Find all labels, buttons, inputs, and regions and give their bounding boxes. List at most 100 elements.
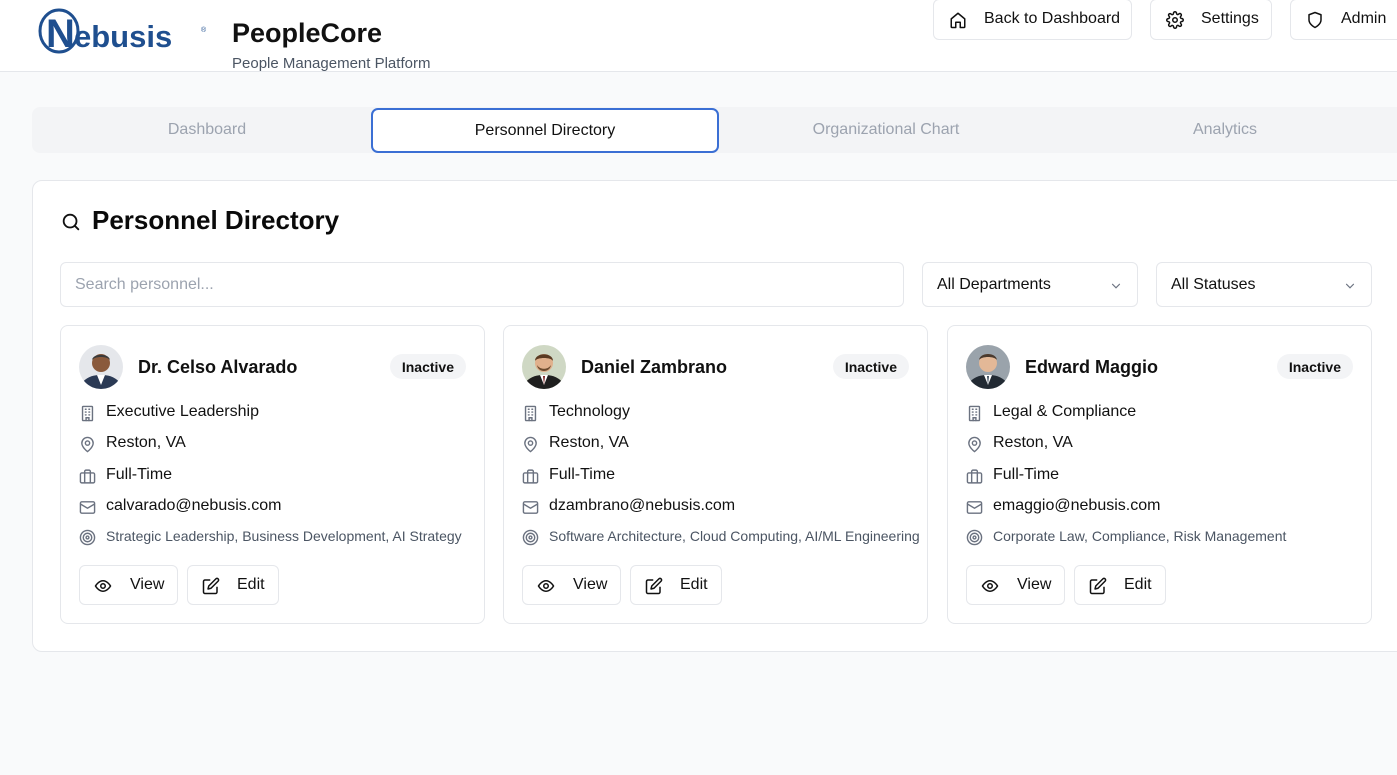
building-icon bbox=[968, 405, 981, 422]
back-to-dashboard-label: Back to Dashboard bbox=[984, 10, 1121, 27]
tab-organizational-chart[interactable]: Organizational Chart bbox=[712, 107, 1060, 153]
avatar bbox=[79, 345, 123, 389]
tab-analytics[interactable]: Analytics bbox=[1051, 107, 1397, 153]
briefcase-icon bbox=[966, 469, 983, 484]
target-icon bbox=[966, 529, 983, 546]
location-row: Reston, VA bbox=[79, 434, 474, 456]
chevron-down-icon bbox=[1111, 283, 1121, 289]
department-filter-value: All Departments bbox=[937, 276, 1051, 293]
status-filter-select[interactable]: All Statuses bbox=[1156, 262, 1372, 307]
email-row: emaggio@nebusis.com bbox=[966, 497, 1361, 519]
view-button[interactable]: View bbox=[966, 565, 1065, 605]
back-to-dashboard-button[interactable]: Back to Dashboard bbox=[933, 0, 1132, 40]
briefcase-icon bbox=[522, 469, 539, 484]
status-badge: Inactive bbox=[389, 354, 466, 379]
department-filter-select[interactable]: All Departments bbox=[922, 262, 1138, 307]
chevron-down-icon bbox=[1345, 283, 1355, 289]
personnel-card: Edward Maggio Inactive Legal & Complianc… bbox=[947, 325, 1372, 624]
skills-row: Strategic Leadership, Business Developme… bbox=[79, 527, 474, 549]
employment-row: Full-Time bbox=[79, 466, 474, 488]
department-row: Legal & Compliance bbox=[966, 403, 1361, 425]
department-text: Technology bbox=[549, 403, 630, 420]
tab-dashboard[interactable]: Dashboard bbox=[33, 107, 381, 153]
personnel-card: Daniel Zambrano Inactive Technology Rest… bbox=[503, 325, 928, 624]
eye-icon bbox=[94, 579, 112, 593]
building-icon bbox=[524, 405, 537, 422]
edit-button[interactable]: Edit bbox=[630, 565, 722, 605]
shield-icon bbox=[1308, 11, 1322, 29]
admin-button[interactable]: Admin bbox=[1290, 0, 1397, 40]
app-header: N ebusis ® PeopleCore People Management … bbox=[0, 0, 1397, 72]
edit-button[interactable]: Edit bbox=[187, 565, 279, 605]
mail-icon bbox=[966, 501, 983, 514]
avatar bbox=[966, 345, 1010, 389]
eye-icon bbox=[981, 579, 999, 593]
employment-text: Full-Time bbox=[106, 466, 173, 483]
location-row: Reston, VA bbox=[966, 434, 1361, 456]
view-label: View bbox=[1017, 576, 1052, 593]
building-icon bbox=[81, 405, 94, 422]
edit-label: Edit bbox=[1124, 576, 1152, 593]
view-label: View bbox=[130, 576, 165, 593]
location-text: Reston, VA bbox=[993, 434, 1073, 451]
location-text: Reston, VA bbox=[549, 434, 629, 451]
eye-icon bbox=[537, 579, 555, 593]
settings-label: Settings bbox=[1201, 10, 1259, 27]
email-text[interactable]: emaggio@nebusis.com bbox=[993, 497, 1160, 515]
skills-row: Software Architecture, Cloud Computing, … bbox=[522, 527, 920, 549]
department-text: Legal & Compliance bbox=[993, 403, 1137, 420]
search-input[interactable] bbox=[60, 262, 904, 307]
mail-icon bbox=[522, 501, 539, 514]
map-pin-icon bbox=[524, 436, 537, 453]
skills-text: Software Architecture, Cloud Computing, … bbox=[549, 528, 920, 544]
view-label: View bbox=[573, 576, 608, 593]
target-icon bbox=[79, 529, 96, 546]
view-button[interactable]: View bbox=[79, 565, 178, 605]
employment-text: Full-Time bbox=[993, 466, 1060, 483]
person-name[interactable]: Dr. Celso Alvarado bbox=[138, 357, 297, 378]
employment-row: Full-Time bbox=[522, 466, 917, 488]
department-row: Executive Leadership bbox=[79, 403, 474, 425]
skills-text: Corporate Law, Compliance, Risk Manageme… bbox=[993, 528, 1287, 544]
email-row: calvarado@nebusis.com bbox=[79, 497, 474, 519]
email-row: dzambrano@nebusis.com bbox=[522, 497, 917, 519]
gear-icon bbox=[1166, 11, 1184, 29]
briefcase-icon bbox=[79, 469, 96, 484]
skills-row: Corporate Law, Compliance, Risk Manageme… bbox=[966, 527, 1361, 549]
personnel-card: Dr. Celso Alvarado Inactive Executive Le… bbox=[60, 325, 485, 624]
person-name[interactable]: Daniel Zambrano bbox=[581, 357, 727, 378]
department-row: Technology bbox=[522, 403, 917, 425]
location-row: Reston, VA bbox=[522, 434, 917, 456]
edit-button[interactable]: Edit bbox=[1074, 565, 1166, 605]
search-icon bbox=[62, 213, 80, 231]
nebusis-logo: N ebusis ® bbox=[38, 4, 210, 56]
email-text[interactable]: dzambrano@nebusis.com bbox=[549, 497, 735, 515]
edit-label: Edit bbox=[237, 576, 265, 593]
avatar bbox=[522, 345, 566, 389]
person-name[interactable]: Edward Maggio bbox=[1025, 357, 1158, 378]
edit-label: Edit bbox=[680, 576, 708, 593]
edit-icon bbox=[1089, 577, 1107, 595]
status-filter-value: All Statuses bbox=[1171, 276, 1256, 293]
map-pin-icon bbox=[81, 436, 94, 453]
app-title: PeopleCore bbox=[232, 18, 383, 48]
mail-icon bbox=[79, 501, 96, 514]
department-text: Executive Leadership bbox=[106, 403, 259, 420]
edit-icon bbox=[645, 577, 663, 595]
status-badge: Inactive bbox=[1276, 354, 1353, 379]
view-button[interactable]: View bbox=[522, 565, 621, 605]
skills-text: Strategic Leadership, Business Developme… bbox=[106, 528, 462, 544]
email-text[interactable]: calvarado@nebusis.com bbox=[106, 497, 281, 515]
location-text: Reston, VA bbox=[106, 434, 186, 451]
status-badge: Inactive bbox=[832, 354, 909, 379]
employment-text: Full-Time bbox=[549, 466, 616, 483]
main-tabs: Dashboard Personnel Directory Organizati… bbox=[32, 107, 1397, 153]
panel-title: Personnel Directory bbox=[92, 205, 340, 235]
admin-label: Admin bbox=[1341, 10, 1387, 27]
edit-icon bbox=[202, 577, 220, 595]
settings-button[interactable]: Settings bbox=[1150, 0, 1272, 40]
svg-text:ebusis: ebusis bbox=[74, 19, 172, 54]
map-pin-icon bbox=[968, 436, 981, 453]
app-subtitle: People Management Platform bbox=[232, 55, 431, 72]
tab-personnel-directory[interactable]: Personnel Directory bbox=[371, 108, 719, 153]
